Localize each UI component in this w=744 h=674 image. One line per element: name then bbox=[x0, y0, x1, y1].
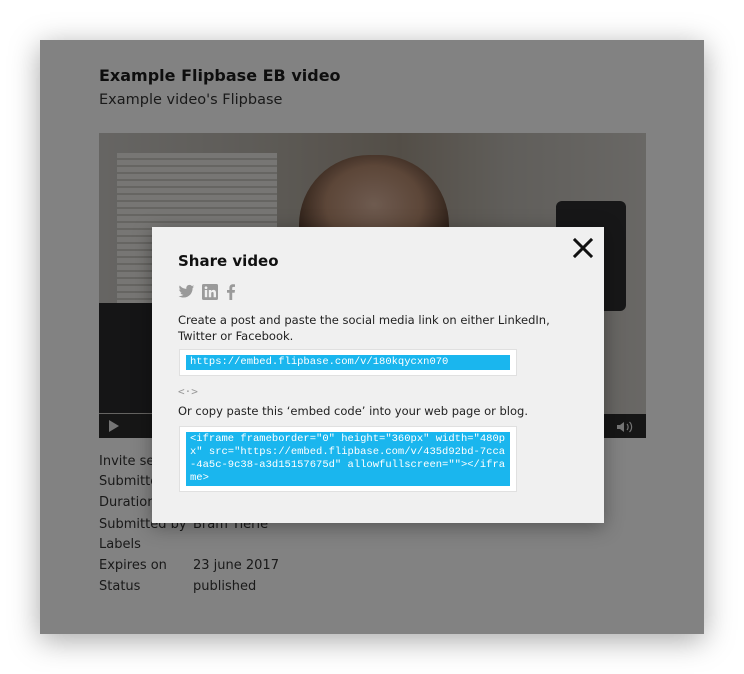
embed-code-field[interactable]: <iframe frameborder="0" height="360px" w… bbox=[179, 426, 517, 492]
share-video-modal: Share video Create a post and paste the … bbox=[152, 227, 604, 523]
share-link-field[interactable]: https://embed.flipbase.com/v/180kqycxn07… bbox=[179, 349, 517, 376]
share-link-text[interactable]: https://embed.flipbase.com/v/180kqycxn07… bbox=[186, 355, 510, 370]
modal-title: Share video bbox=[178, 252, 279, 270]
social-icons-row bbox=[178, 284, 243, 300]
linkedin-icon[interactable] bbox=[202, 284, 219, 300]
twitter-icon[interactable] bbox=[178, 284, 195, 300]
social-instructions: Create a post and paste the social media… bbox=[178, 313, 550, 343]
embed-code-text[interactable]: <iframe frameborder="0" height="360px" w… bbox=[186, 432, 510, 486]
close-icon[interactable] bbox=[572, 237, 594, 259]
embed-instructions: Or copy paste this ‘embed code’ into you… bbox=[178, 404, 528, 418]
embed-code-icon: <·> bbox=[178, 385, 198, 398]
facebook-icon[interactable] bbox=[226, 284, 243, 300]
